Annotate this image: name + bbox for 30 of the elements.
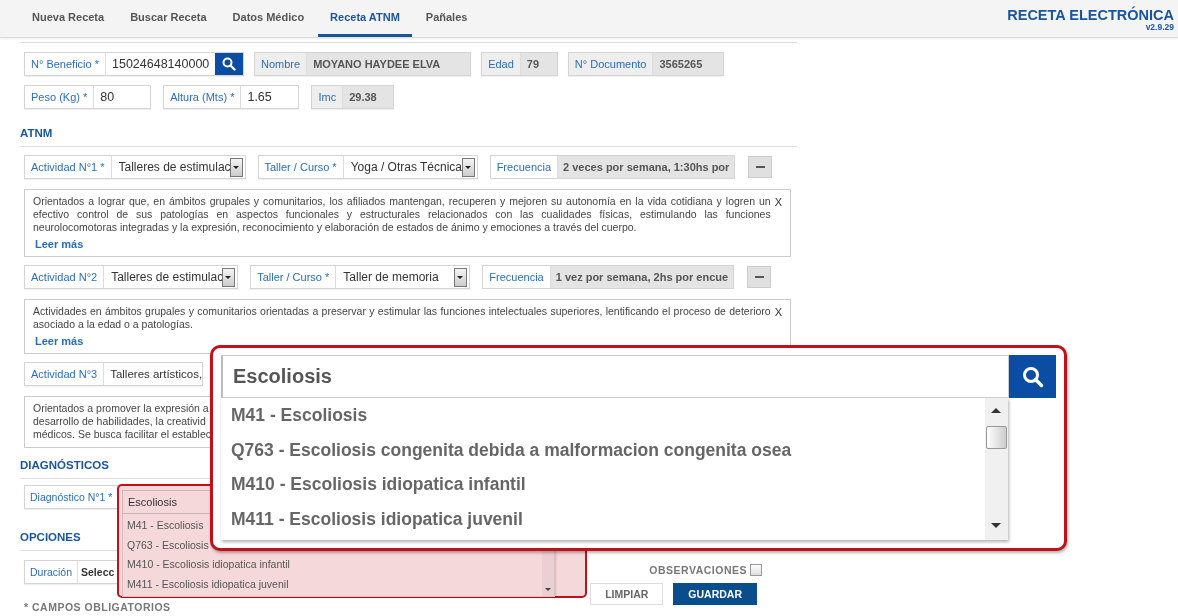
description-line: médicos. Se busca facilitar el establec xyxy=(33,428,211,441)
description-line: Orientados a promover la expresión a xyxy=(33,402,209,415)
field-label: Actividad N°1 * xyxy=(25,156,112,178)
readonly-field: MOYANO HAYDEE ELVA xyxy=(307,53,471,75)
field-label: Actividad N°2 xyxy=(25,266,105,288)
description-line: desarrollo de habilidades, la creativid xyxy=(33,415,206,428)
field-label: Taller / Curso * xyxy=(258,156,344,178)
field-label: Actividad N°3 xyxy=(25,363,105,385)
field-label: Nombre xyxy=(255,53,308,75)
field-label: Taller / Curso * xyxy=(251,266,337,288)
readonly-field: 29.38 xyxy=(343,86,394,108)
field-label: Imc xyxy=(312,86,344,108)
app-title: RECETA ELECTRÓNICA xyxy=(1007,8,1174,23)
field-label: N° Documento xyxy=(568,53,654,75)
required-note: * CAMPOS OBLIGATORIOS xyxy=(24,601,171,613)
readonly-field: 1 vez por semana, 2hs por encue xyxy=(550,266,734,288)
description-text: Actividades en ámbitos grupales y comunitarios orientadas a preservar y estimular las funciones intelectuales superiores, lentificando el proceso de deterioro asociado a la edad o a patologías. xyxy=(33,305,771,331)
section-heading: ATNM xyxy=(20,127,797,147)
field-label: Peso (Kg) * xyxy=(25,86,95,108)
field-label: Edad xyxy=(482,53,521,75)
readonly-field: 3565265 xyxy=(653,53,724,75)
field-label: N° Beneficio * xyxy=(25,53,106,75)
version-label: v2.9.29 xyxy=(1145,23,1174,31)
checkbox-label: OBSERVACIONES xyxy=(649,564,747,576)
readonly-field: 2 veces por semana, 1:30hs por xyxy=(558,156,735,178)
field-label: Duración xyxy=(25,561,79,583)
readonly-field: 79 xyxy=(520,53,557,75)
field-label: Diagnóstico N°1 * xyxy=(25,486,119,508)
field-label: Altura (Mts) * xyxy=(164,86,242,108)
description-text: Orientados a lograr que, en ámbitos grupales y comunitarios, los afiliados mantengan, recuperen y mejoren su autonomía en la vida cotidiana y logren un efectivo control de sus patologías en aspectos funcionales y estructurales relacionados con las cualidades físicas, estimulando las funciones neurolocomotoras integradas y la expresión, reconocimiento y elaboración de estados de ánimo y emociones a través del cuerpo. xyxy=(33,195,771,234)
